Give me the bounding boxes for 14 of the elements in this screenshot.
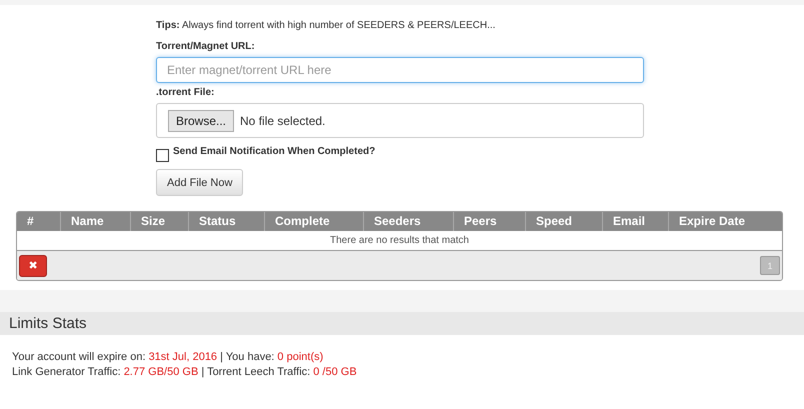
add-file-button[interactable]: Add File Now [156,169,244,196]
delete-button[interactable]: ✖ [19,254,47,276]
stats-text: Your account will expire on: 31st Jul, 2016 | You have: 0 point(s) [12,351,324,363]
stats-text: Link Generator Traffic: 2.77 GB/50 GB | Torrent Leech Traffic: 0 /50 GB [12,366,358,378]
file-input-field[interactable]: Browse... No file selected. [156,103,644,138]
checkbox-label[interactable]: Send Email Notification When Completed? [173,146,376,157]
field-label: Torrent/Magnet URL: [156,41,256,52]
column-header: # [26,213,35,230]
url-input-field[interactable]: Enter magnet/torrent URL here [156,57,644,83]
checkbox[interactable] [156,149,169,162]
tips-text: Tips: Always find torrent with high number of SEEDERS & PEERS/LEECH... [156,20,496,31]
section-title: Limits Stats [9,315,87,332]
field-label: .torrent File: [156,87,216,98]
empty-message: There are no results that match [330,235,469,246]
